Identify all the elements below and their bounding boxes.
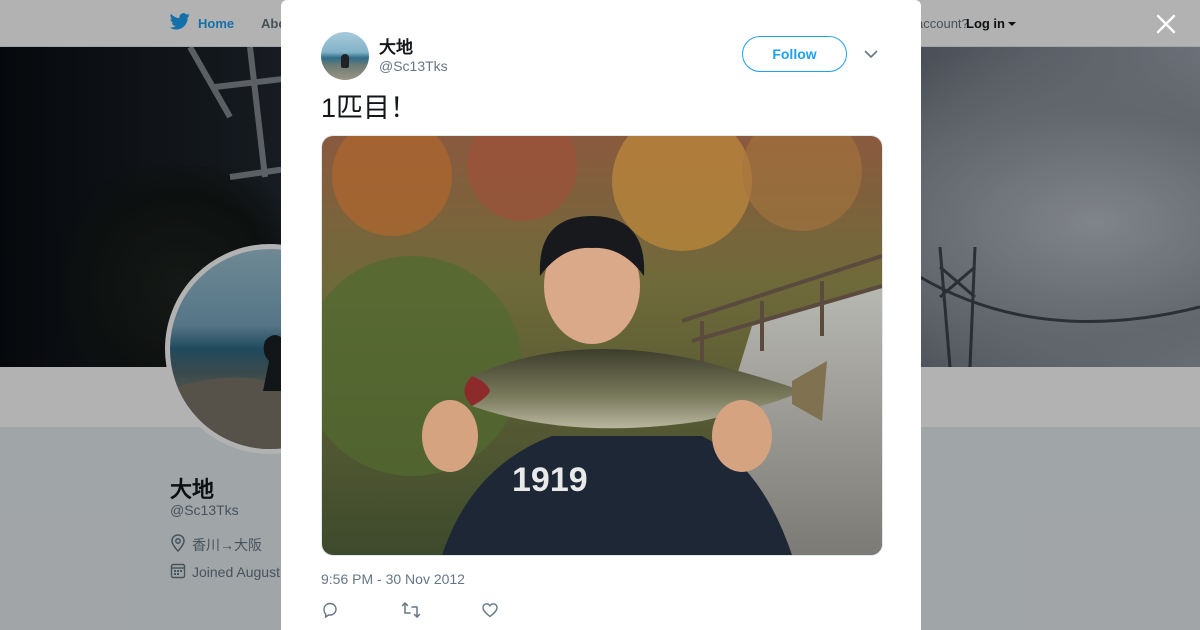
retweet-icon — [401, 601, 421, 624]
reply-icon — [321, 601, 339, 624]
retweet-button[interactable] — [401, 601, 481, 623]
reply-button[interactable] — [321, 601, 401, 623]
like-icon — [481, 601, 499, 624]
like-button[interactable] — [481, 601, 561, 623]
tweet-author-avatar[interactable] — [321, 32, 369, 80]
tweet-modal: 大地 @Sc13Tks Follow 1匹目！ 1919 9:56 PM - 3… — [281, 0, 921, 630]
tweet-author-handle[interactable]: @Sc13Tks — [379, 58, 448, 74]
chevron-down-icon[interactable] — [863, 46, 879, 62]
svg-text:1919: 1919 — [512, 461, 588, 499]
follow-button[interactable]: Follow — [742, 36, 847, 72]
tweet-photo[interactable]: 1919 — [321, 135, 883, 556]
tweet-timestamp[interactable]: 9:56 PM - 30 Nov 2012 — [321, 571, 465, 587]
tweet-text: 1匹目！ — [321, 93, 418, 123]
tweet-actions — [321, 601, 561, 623]
avatar-figure — [341, 54, 349, 68]
photo-scene: 1919 — [322, 136, 882, 555]
close-icon[interactable] — [1154, 12, 1178, 36]
tweet-author-name[interactable]: 大地 — [379, 33, 413, 58]
